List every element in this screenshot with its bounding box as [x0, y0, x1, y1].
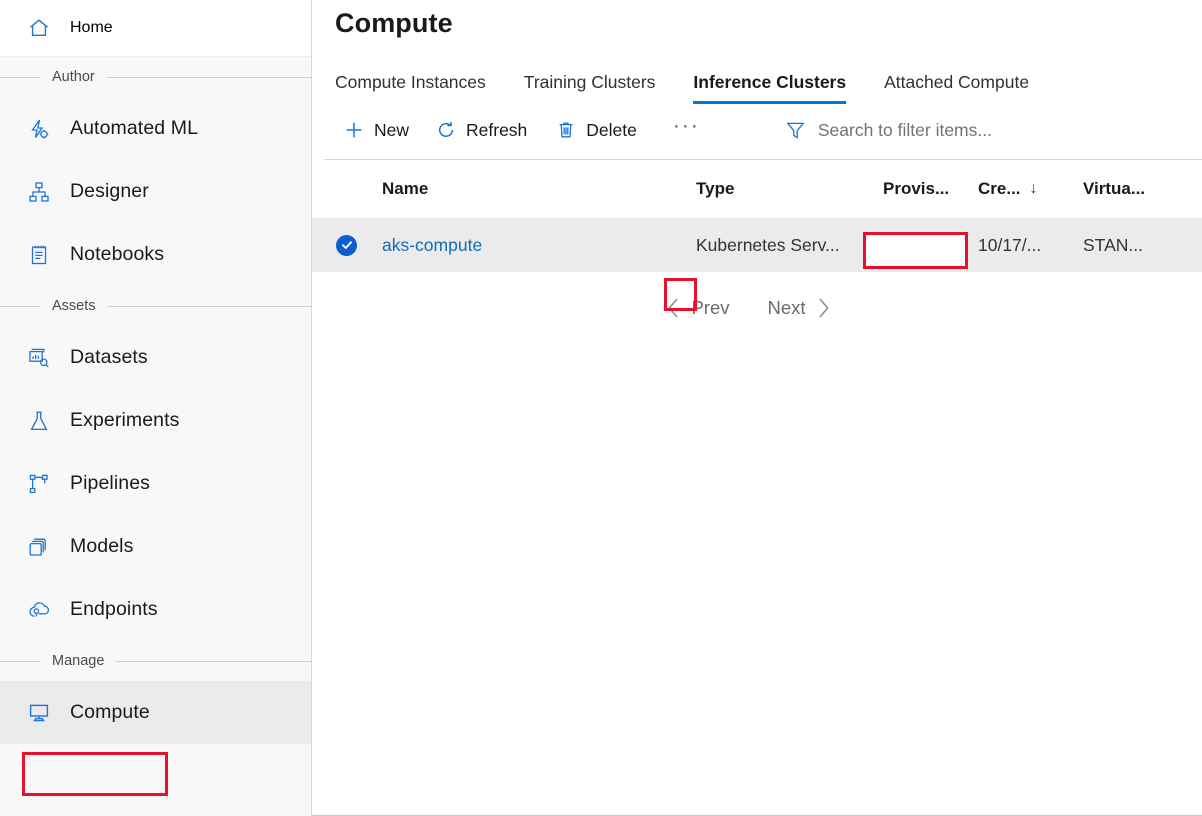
sidebar-home-label: Home [70, 19, 113, 37]
divider-right [108, 306, 311, 307]
endpoints-icon [26, 597, 52, 623]
next-page-label: Next [768, 297, 806, 319]
column-header-type[interactable]: Type [696, 179, 883, 199]
refresh-button[interactable]: Refresh [426, 112, 536, 148]
datasets-icon [26, 345, 52, 371]
pipelines-icon [26, 471, 52, 497]
sidebar-item-models[interactable]: Models [0, 515, 311, 578]
sidebar-item-label: Endpoints [70, 598, 158, 621]
annotation-box-compute [22, 752, 168, 796]
more-icon: ··· [673, 114, 700, 138]
cell-type: Kubernetes Serv... [696, 235, 883, 256]
table-row[interactable]: aks-compute Kubernetes Serv... Succe... … [312, 218, 1202, 272]
sidebar-item-endpoints[interactable]: Endpoints [0, 578, 311, 641]
delete-button-label: Delete [586, 120, 637, 141]
row-checkbox-cell[interactable] [324, 235, 382, 256]
sidebar-item-label: Notebooks [70, 243, 164, 266]
search-filter-input[interactable]: Search to filter items... [785, 112, 992, 148]
table-header-row: Name Type Provis... Cre... ↓ Virtua... [312, 160, 1202, 218]
sidebar-item-experiments[interactable]: Experiments [0, 389, 311, 452]
notebooks-icon [26, 242, 52, 268]
section-label: Assets [40, 298, 108, 314]
cell-provisioning: Succe... [883, 235, 978, 256]
sidebar-item-designer[interactable]: Designer [0, 160, 311, 223]
command-bar: New Refresh [312, 104, 1202, 156]
prev-page-label: Prev [691, 297, 729, 319]
more-commands-button[interactable]: ··· [664, 112, 709, 148]
sidebar-section-assets: Assets [0, 286, 311, 326]
divider-left [0, 77, 40, 78]
tab-attached-compute[interactable]: Attached Compute [884, 72, 1029, 104]
sidebar-item-label: Compute [70, 701, 150, 724]
sidebar-item-label: Automated ML [70, 117, 198, 140]
section-label: Manage [40, 653, 116, 669]
sidebar-item-label: Datasets [70, 346, 148, 369]
sidebar-item-label: Experiments [70, 409, 179, 432]
next-page-button[interactable]: Next [762, 293, 837, 323]
left-sidebar: Home Author Automated ML [0, 0, 312, 816]
tab-training-clusters[interactable]: Training Clusters [524, 72, 656, 104]
sidebar-item-notebooks[interactable]: Notebooks [0, 223, 311, 286]
cell-virtual-machine: STAN... [1083, 235, 1202, 256]
refresh-icon [435, 119, 457, 141]
column-header-created[interactable]: Cre... ↓ [978, 179, 1083, 199]
chevron-left-icon [666, 297, 681, 319]
sidebar-item-pipelines[interactable]: Pipelines [0, 452, 311, 515]
pagination: Prev Next [312, 293, 1202, 323]
sidebar-section-manage: Manage [0, 641, 311, 681]
delete-button[interactable]: Delete [546, 112, 646, 148]
trash-icon [555, 119, 577, 141]
new-button[interactable]: New [334, 112, 418, 148]
tab-bar: Compute Instances Training Clusters Infe… [312, 56, 1202, 104]
compute-icon [26, 700, 52, 726]
column-header-virtual-machine[interactable]: Virtua... [1083, 179, 1202, 199]
sidebar-item-automated-ml[interactable]: Automated ML [0, 97, 311, 160]
plus-icon [343, 119, 365, 141]
automated-ml-icon [26, 116, 52, 142]
divider-left [0, 306, 40, 307]
cell-name[interactable]: aks-compute [382, 235, 696, 256]
tab-compute-instances[interactable]: Compute Instances [335, 72, 486, 104]
cell-created: 10/17/... [978, 235, 1083, 256]
divider-right [116, 661, 311, 662]
main-content: Compute Compute Instances Training Clust… [312, 0, 1202, 815]
tab-inference-clusters[interactable]: Inference Clusters [693, 72, 846, 104]
filter-icon [785, 120, 806, 141]
search-placeholder: Search to filter items... [818, 120, 992, 141]
sort-descending-icon: ↓ [1030, 180, 1038, 198]
home-icon [26, 15, 52, 41]
sidebar-item-home[interactable]: Home [0, 0, 311, 57]
designer-icon [26, 179, 52, 205]
prev-page-button[interactable]: Prev [660, 293, 735, 323]
page-title: Compute [312, 0, 1202, 39]
inference-clusters-table: Name Type Provis... Cre... ↓ Virtua... [312, 160, 1202, 272]
sidebar-item-label: Pipelines [70, 472, 150, 495]
sidebar-item-datasets[interactable]: Datasets [0, 326, 311, 389]
divider-left [0, 661, 40, 662]
sidebar-item-label: Models [70, 535, 133, 558]
refresh-button-label: Refresh [466, 120, 527, 141]
experiments-icon [26, 408, 52, 434]
models-icon [26, 534, 52, 560]
chevron-right-icon [816, 297, 831, 319]
azure-ml-studio-window: Home Author Automated ML [0, 0, 1202, 816]
column-header-provisioning[interactable]: Provis... [883, 179, 978, 199]
divider-right [107, 77, 311, 78]
sidebar-item-compute[interactable]: Compute [0, 681, 311, 744]
sidebar-item-label: Designer [70, 180, 149, 203]
row-checkbox-checked[interactable] [336, 235, 357, 256]
new-button-label: New [374, 120, 409, 141]
section-label: Author [40, 69, 107, 85]
sidebar-section-author: Author [0, 57, 311, 97]
column-header-name[interactable]: Name [382, 179, 696, 199]
column-header-created-label: Cre... [978, 179, 1021, 199]
